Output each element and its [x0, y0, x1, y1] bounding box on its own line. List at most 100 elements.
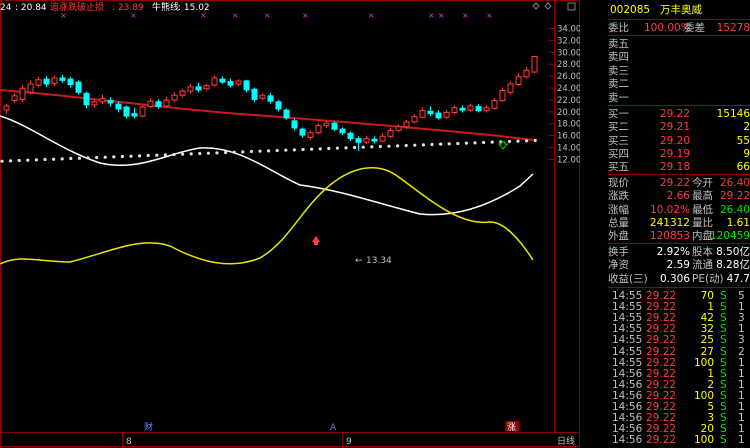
event-marker[interactable]: ×: [438, 11, 445, 20]
marker-cai[interactable]: 财: [144, 421, 153, 433]
candle[interactable]: [443, 110, 450, 120]
candle[interactable]: [123, 105, 130, 119]
candle[interactable]: [75, 80, 82, 95]
candle[interactable]: [299, 127, 306, 138]
candle[interactable]: [251, 87, 258, 102]
event-marker[interactable]: ×: [428, 11, 435, 20]
candle[interactable]: [283, 108, 290, 120]
candle[interactable]: [363, 135, 370, 145]
candle[interactable]: [499, 87, 506, 102]
bull-bear-dot: [507, 139, 511, 144]
candle[interactable]: [259, 93, 266, 100]
bull-bear-dot: [464, 141, 468, 145]
kline-chart[interactable]: 34.0032.00 30.00 28.00 26.00 24.00 22.00 20.00…: [0, 0, 580, 448]
candle[interactable]: [59, 75, 66, 83]
candle[interactable]: [411, 114, 418, 124]
candle[interactable]: [107, 97, 114, 107]
candle[interactable]: [507, 81, 514, 95]
candle[interactable]: [323, 120, 330, 128]
candle[interactable]: [515, 73, 522, 87]
bull-bear-dot: [138, 154, 142, 158]
candle[interactable]: [187, 83, 194, 94]
candle[interactable]: [35, 76, 42, 88]
candle[interactable]: [315, 123, 322, 135]
candle[interactable]: [99, 94, 106, 105]
candle[interactable]: [171, 92, 178, 103]
candle[interactable]: [275, 99, 282, 112]
candle[interactable]: [83, 91, 90, 109]
bull-bear-dot: [215, 151, 219, 155]
bull-bear-dot: [335, 146, 339, 150]
bull-bear-dot: [413, 143, 417, 147]
candle-body: [43, 78, 50, 85]
candle[interactable]: [371, 136, 378, 144]
candle[interactable]: [355, 136, 362, 151]
event-marker[interactable]: ×: [130, 11, 137, 20]
event-marker[interactable]: ×: [200, 11, 207, 20]
candle[interactable]: [435, 110, 442, 120]
candle[interactable]: [291, 118, 298, 131]
candle[interactable]: [67, 76, 74, 88]
candle[interactable]: [451, 105, 458, 115]
candle[interactable]: [115, 101, 122, 113]
candle[interactable]: [219, 76, 226, 84]
close-icon[interactable]: [567, 2, 576, 11]
tick-count: 1: [738, 434, 745, 447]
event-marker[interactable]: ×: [60, 11, 67, 20]
candle[interactable]: [19, 85, 26, 102]
candle[interactable]: [531, 55, 538, 74]
candle[interactable]: [43, 76, 50, 87]
candle[interactable]: [139, 105, 146, 118]
candle[interactable]: [387, 127, 394, 139]
day-period-button[interactable]: 日线: [557, 435, 575, 447]
buy-level-volume: 66: [736, 161, 750, 174]
candle[interactable]: [267, 92, 274, 104]
candle[interactable]: [51, 75, 58, 87]
ma-yellow-line: [0, 167, 534, 265]
candle[interactable]: [483, 105, 490, 113]
candle[interactable]: [227, 78, 234, 88]
candle[interactable]: [91, 99, 98, 108]
tick-direction: S: [720, 434, 727, 447]
marker-zhang[interactable]: 涨: [507, 422, 516, 433]
candle[interactable]: [467, 103, 474, 112]
candle[interactable]: [347, 131, 354, 142]
candle[interactable]: [331, 121, 338, 131]
candle-body: [291, 120, 298, 129]
candle[interactable]: [211, 75, 218, 87]
buy-level-volume: 15146: [716, 108, 750, 120]
indicator-ma2-value: : 23.89: [112, 3, 144, 13]
candle[interactable]: [147, 98, 154, 109]
candle[interactable]: [179, 88, 186, 98]
event-marker[interactable]: ×: [486, 11, 493, 20]
candle[interactable]: [163, 97, 170, 108]
candle[interactable]: [459, 105, 466, 113]
candle[interactable]: [475, 104, 482, 113]
candle[interactable]: [491, 98, 498, 110]
diamond-icon[interactable]: [532, 2, 540, 10]
marker-a[interactable]: A: [330, 423, 337, 433]
event-marker[interactable]: ×: [232, 11, 239, 20]
event-marker[interactable]: ×: [264, 11, 271, 20]
candle[interactable]: [131, 107, 138, 119]
event-marker[interactable]: ×: [302, 11, 309, 20]
candle[interactable]: [27, 80, 34, 95]
candle[interactable]: [203, 83, 210, 91]
event-marker[interactable]: ×: [368, 11, 375, 20]
price-axis-label: 28.00: [557, 60, 580, 70]
candle[interactable]: [427, 106, 434, 117]
candle[interactable]: [419, 107, 426, 119]
candle[interactable]: [339, 127, 346, 136]
candle[interactable]: [155, 99, 162, 109]
candle[interactable]: [195, 82, 202, 93]
candle[interactable]: [523, 67, 530, 79]
stat-value: 10.02%: [649, 203, 690, 216]
candle[interactable]: [243, 79, 250, 93]
candle[interactable]: [235, 79, 242, 87]
event-marker[interactable]: ×: [462, 11, 469, 20]
candle[interactable]: [11, 93, 18, 103]
candle[interactable]: [379, 133, 386, 143]
diamond-icon[interactable]: [544, 2, 552, 10]
candle[interactable]: [307, 130, 314, 140]
candle[interactable]: [3, 103, 10, 114]
